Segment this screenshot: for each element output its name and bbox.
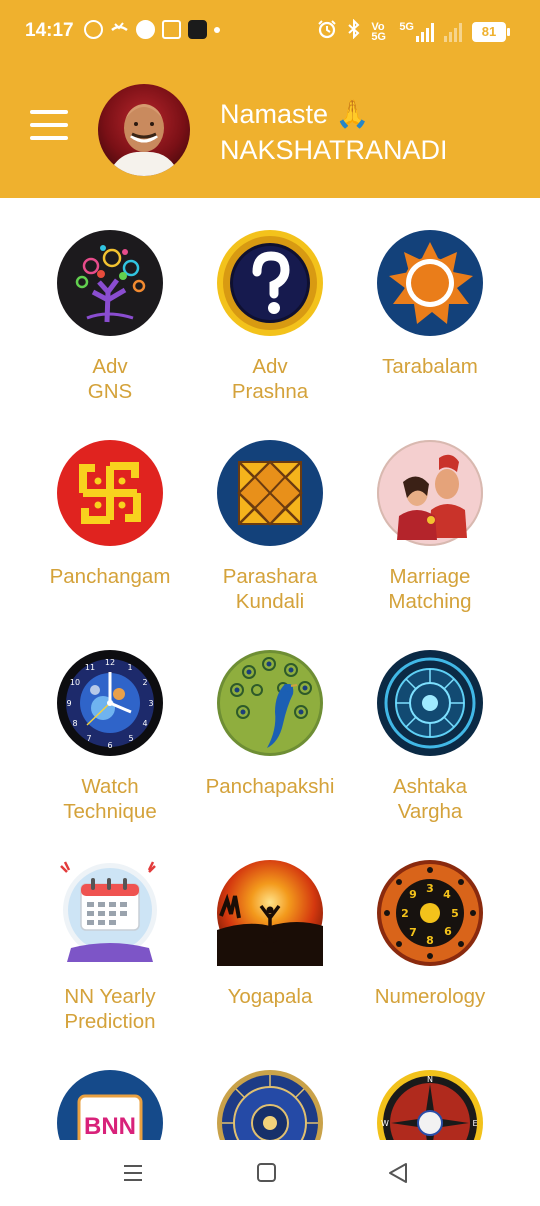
menu-lines-icon	[124, 1165, 142, 1181]
tile-label: Tarabalam	[382, 355, 478, 378]
square-icon	[257, 1163, 276, 1182]
svg-text:W: W	[381, 1119, 389, 1128]
triangle-back-icon	[389, 1163, 407, 1183]
status-time: 14:17	[25, 20, 74, 41]
feature-grid: Adv GNS Adv Prashna Tarabalam Panchangam…	[0, 198, 540, 1140]
tile-compass[interactable]: NSWE	[350, 1038, 510, 1140]
battery-icon: 81	[472, 22, 510, 42]
svg-text:8: 8	[72, 719, 77, 728]
tile-ashtaka-vargha[interactable]: Ashtaka Vargha	[350, 618, 510, 828]
missed-call-icon	[110, 20, 129, 39]
home-button[interactable]	[252, 1158, 282, 1188]
tile-label: Adv GNS	[87, 355, 133, 403]
system-icons: Vo 5G 5G 81	[317, 18, 510, 45]
tile-zodiac-wheel[interactable]	[190, 1038, 350, 1140]
svg-text:11: 11	[85, 663, 95, 672]
more-notifications-dot	[214, 26, 220, 33]
volte-indicator: Vo 5G	[371, 21, 386, 43]
status-bar: 14:17 Vo 5G 5G 81	[0, 0, 540, 62]
system-navigation-bar	[0, 1140, 540, 1206]
tile-panchangam[interactable]: Panchangam	[30, 408, 190, 618]
sun-icon	[377, 230, 483, 336]
tile-label: Adv Prashna	[231, 355, 309, 403]
calendar-globe-icon	[57, 860, 163, 966]
svg-text:7: 7	[86, 734, 91, 743]
compass-icon: NSWE	[377, 1070, 483, 1140]
question-mark-icon	[217, 230, 323, 336]
tile-label: Parashara Kundali	[222, 565, 318, 613]
tile-label: Numerology	[374, 985, 486, 1008]
zodiac-wheel-icon	[217, 1070, 323, 1140]
tile-bnn[interactable]: BNN	[30, 1038, 190, 1140]
clock-icon: 12 1 2 345 678 9 10 11	[57, 650, 163, 756]
tile-panchapakshi[interactable]: Panchapakshi	[190, 618, 350, 828]
tile-label: NN Yearly Prediction	[64, 985, 156, 1033]
tile-adv-prashna[interactable]: Adv Prashna	[190, 198, 350, 408]
svg-text:6: 6	[444, 925, 452, 938]
svg-text:E: E	[472, 1119, 477, 1128]
svg-text:N: N	[427, 1075, 433, 1084]
back-button[interactable]	[384, 1158, 414, 1188]
tile-label: Ashtaka Vargha	[392, 775, 468, 823]
chat-bubble-icon	[136, 20, 155, 39]
tile-yogapala[interactable]: Yogapala	[190, 828, 350, 1038]
svg-text:5: 5	[128, 734, 133, 743]
svg-text:9: 9	[66, 699, 71, 708]
svg-text:10: 10	[70, 678, 80, 687]
peacock-icon	[217, 650, 323, 756]
numerology-wheel-icon: 345 687 29	[377, 860, 483, 966]
svg-text:3: 3	[148, 699, 153, 708]
svg-text:9: 9	[409, 888, 417, 901]
tile-marriage-matching[interactable]: Marriage Matching	[350, 408, 510, 618]
svg-text:12: 12	[105, 658, 115, 667]
bluetooth-icon	[347, 18, 361, 45]
tile-watch-technique[interactable]: 12 1 2 345 678 9 10 11 Watch Technique	[30, 618, 190, 828]
greeting: Namaste 🙏 NAKSHATRANADI	[220, 96, 448, 168]
svg-text:2: 2	[142, 678, 147, 687]
tree-of-life-icon	[57, 230, 163, 336]
svg-text:1: 1	[127, 663, 132, 672]
zodiac-hologram-icon	[377, 650, 483, 756]
svg-text:2: 2	[401, 907, 409, 920]
kundali-chart-icon	[217, 440, 323, 546]
whatsapp-icon	[84, 20, 103, 39]
tile-parashara-kundali[interactable]: Parashara Kundali	[190, 408, 350, 618]
tile-label: Yogapala	[227, 985, 313, 1008]
gallery-icon	[162, 20, 181, 39]
svg-text:5: 5	[451, 907, 459, 920]
network-type: 5G	[399, 21, 414, 33]
sunset-silhouette-icon	[217, 860, 323, 966]
couple-portrait-icon	[377, 440, 483, 546]
recent-apps-button[interactable]	[118, 1158, 148, 1188]
tile-label: Panchangam	[49, 565, 171, 588]
notification-icons	[84, 20, 220, 39]
signal-strength-icon: 5G	[399, 22, 434, 42]
app-header: 14:17 Vo 5G 5G 81 Namaste 🙏 NAKSHATRANAD…	[0, 0, 540, 198]
svg-text:8: 8	[426, 934, 434, 947]
user-name: NAKSHATRANADI	[220, 135, 448, 165]
tile-label: Watch Technique	[63, 775, 157, 823]
bnn-logo-icon: BNN	[57, 1070, 163, 1140]
tile-tarabalam[interactable]: Tarabalam	[350, 198, 510, 408]
svg-text:4: 4	[142, 719, 147, 728]
swastika-icon	[57, 440, 163, 546]
signal-strength-sim2-icon	[444, 22, 462, 42]
greeting-line-1: Namaste 🙏	[220, 99, 370, 129]
hamburger-menu-icon[interactable]	[30, 108, 70, 142]
tile-label: Marriage Matching	[388, 565, 472, 613]
svg-text:7: 7	[409, 926, 417, 939]
tile-adv-gns[interactable]: Adv GNS	[30, 198, 190, 408]
tile-nn-yearly-prediction[interactable]: NN Yearly Prediction	[30, 828, 190, 1038]
avatar[interactable]	[98, 84, 190, 176]
app-notification-icon	[188, 20, 207, 39]
bnn-logo-text: BNN	[84, 1113, 136, 1140]
tile-label: Panchapakshi	[205, 775, 335, 798]
alarm-icon	[317, 19, 337, 45]
svg-text:6: 6	[107, 741, 112, 750]
tile-numerology[interactable]: 345 687 29 Numerology	[350, 828, 510, 1038]
svg-text:3: 3	[426, 882, 434, 895]
svg-text:4: 4	[443, 888, 451, 901]
